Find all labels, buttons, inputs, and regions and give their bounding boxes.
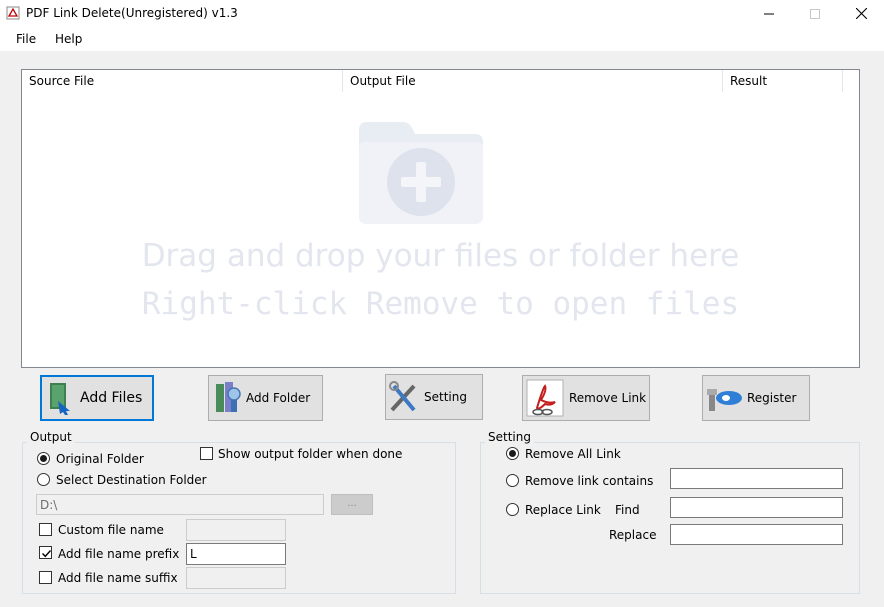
add-folder-label: Add Folder [246, 391, 311, 405]
replace-link-radio[interactable] [506, 503, 519, 516]
add-folder-icon [216, 382, 241, 412]
find-field[interactable] [670, 497, 843, 518]
column-result[interactable]: Result [723, 70, 843, 92]
file-list-table[interactable]: Source File Output File Result Drag and … [21, 69, 860, 368]
register-button[interactable]: Register [702, 375, 810, 421]
show-output-label: Show output folder when done [218, 447, 403, 461]
column-source-file[interactable]: Source File [22, 70, 343, 92]
prefix-label: Add file name prefix [58, 547, 180, 561]
replace-label: Replace [609, 528, 657, 542]
find-label: Find [615, 503, 640, 517]
add-files-button[interactable]: Add Files [40, 375, 154, 421]
pdf-link-icon [526, 379, 564, 417]
show-output-checkbox[interactable] [200, 447, 213, 460]
original-folder-radio[interactable] [37, 452, 50, 465]
suffix-field[interactable] [186, 567, 286, 589]
remove-contains-radio[interactable] [506, 474, 519, 487]
register-label: Register [747, 391, 797, 405]
menu-bar [0, 27, 884, 51]
key-icon [707, 389, 742, 411]
setting-button[interactable]: Setting [385, 374, 483, 420]
drop-hint-line2: Right-click Remove to open files [141, 286, 740, 322]
column-output-file[interactable]: Output File [343, 70, 723, 92]
checkmark-icon [42, 550, 52, 558]
minimize-button[interactable] [746, 0, 792, 27]
add-folder-button[interactable]: Add Folder [208, 375, 323, 421]
custom-name-checkbox[interactable] [39, 523, 52, 536]
remove-contains-label: Remove link contains [525, 474, 654, 488]
window-title: PDF Link Delete(Unregistered) v1.3 [26, 6, 238, 20]
maximize-button[interactable] [792, 0, 838, 27]
destination-path-field[interactable]: D:\ [36, 494, 324, 515]
add-files-label: Add Files [80, 390, 143, 406]
select-destination-radio[interactable] [37, 473, 50, 486]
output-group-title: Output [27, 430, 75, 444]
tools-icon [389, 381, 416, 412]
app-icon [6, 6, 20, 20]
replace-field[interactable] [670, 524, 843, 545]
replace-link-label: Replace Link [525, 503, 601, 517]
setting-group-title: Setting [485, 430, 534, 444]
setting-group [480, 442, 860, 594]
add-folder-placeholder-icon [359, 122, 483, 224]
suffix-label: Add file name suffix [58, 571, 178, 585]
suffix-checkbox[interactable] [39, 571, 52, 584]
custom-name-label: Custom file name [58, 523, 164, 537]
menu-help[interactable]: Help [55, 31, 82, 47]
remove-contains-field[interactable] [670, 468, 843, 489]
browse-button[interactable]: ... [331, 494, 373, 515]
original-folder-label: Original Folder [56, 452, 144, 466]
close-icon [855, 8, 867, 19]
remove-all-radio[interactable] [506, 447, 519, 460]
drop-hint-line1: Drag and drop your files or folder here [141, 238, 740, 274]
prefix-checkbox[interactable] [39, 546, 52, 559]
menu-file[interactable]: File [16, 31, 36, 47]
setting-label: Setting [424, 390, 467, 404]
column-separator [842, 70, 843, 92]
prefix-field[interactable]: L [186, 543, 286, 565]
close-button[interactable] [838, 0, 884, 27]
remove-link-label: Remove Link [569, 391, 647, 405]
remove-link-button[interactable]: Remove Link [522, 375, 650, 421]
remove-all-label: Remove All Link [525, 447, 621, 461]
select-destination-label: Select Destination Folder [56, 473, 207, 487]
add-files-icon [50, 383, 70, 415]
maximize-icon [810, 8, 820, 19]
custom-name-field[interactable] [186, 519, 286, 541]
minimize-icon [764, 13, 774, 14]
